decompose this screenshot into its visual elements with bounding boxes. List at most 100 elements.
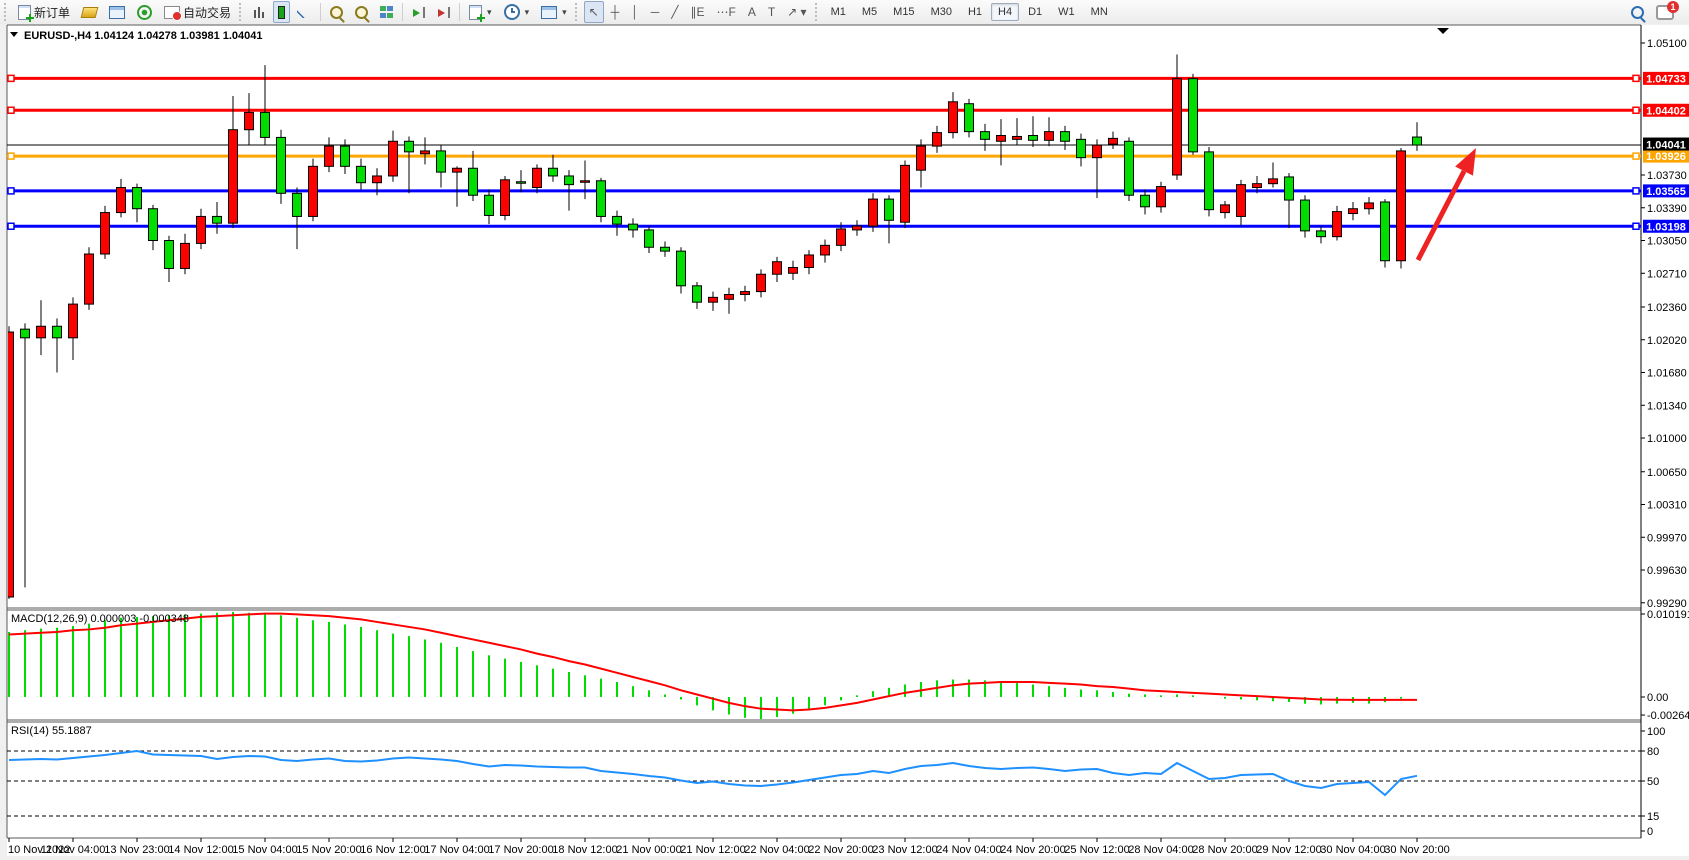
auto-trading-label: 自动交易 [183,4,231,21]
cursor-tool-button[interactable]: ↖ [584,1,604,23]
line-handle[interactable] [8,107,14,113]
gold-icon [81,7,99,18]
line-handle[interactable] [1633,75,1639,81]
svg-text:17 Nov 04:00: 17 Nov 04:00 [424,844,489,856]
chart-shift-button[interactable] [407,1,430,23]
svg-text:MACD(12,26,9) 0.000003 -0.0003: MACD(12,26,9) 0.000003 -0.000348 [11,613,189,625]
tab-timeframe-d1[interactable]: D1 [1021,3,1049,21]
svg-text:22 Nov 20:00: 22 Nov 20:00 [808,844,873,856]
svg-text:RSI(14) 55.1887: RSI(14) 55.1887 [11,725,92,737]
new-chart-button[interactable]: ▾ [464,1,497,23]
tab-timeframe-h4[interactable]: H4 [991,3,1019,21]
bar-chart-icon [253,6,266,18]
svg-text:0.99630: 0.99630 [1647,565,1687,577]
svg-text:1.04041: 1.04041 [1646,140,1686,152]
horizontal-line-tool-button[interactable]: ─ [646,1,665,23]
svg-text:1.03390: 1.03390 [1647,203,1687,215]
svg-text:0.00: 0.00 [1647,692,1668,704]
mt4-window: 新订单 自动交易 [0,0,1689,860]
signal-icon [137,5,152,20]
svg-text:1.01680: 1.01680 [1647,368,1687,380]
toolbar-grip[interactable] [4,3,10,21]
bar-chart-button[interactable] [248,1,271,23]
svg-text:1.02020: 1.02020 [1647,335,1687,347]
tab-timeframe-m1[interactable]: M1 [824,3,853,21]
line-handle[interactable] [8,188,14,194]
data-window-button[interactable] [104,1,130,23]
arrows-tool-button[interactable]: ↗ ▾ [782,1,811,23]
line-handle[interactable] [1633,223,1639,229]
svg-text:25 Nov 12:00: 25 Nov 12:00 [1064,844,1129,856]
search-button[interactable] [1626,1,1649,23]
line-handle[interactable] [1633,153,1639,159]
svg-text:15 Nov 20:00: 15 Nov 20:00 [296,844,361,856]
line-chart-button[interactable] [292,1,316,23]
toolbar-grip[interactable] [815,3,821,21]
period-button[interactable]: ▾ [499,1,535,23]
chat-icon: 1 [1656,5,1674,20]
svg-text:-0.002642: -0.002642 [1647,710,1689,722]
text-label-tool-button[interactable]: T [763,1,780,23]
market-watch-button[interactable] [77,1,102,23]
svg-text:18 Nov 12:00: 18 Nov 12:00 [552,844,617,856]
svg-text:22 Nov 04:00: 22 Nov 04:00 [744,844,809,856]
signals-button[interactable] [132,1,157,23]
toolbar-grip[interactable] [239,3,245,21]
crosshair-tool-button[interactable]: ┼ [606,1,625,23]
fibonacci-tool-button[interactable]: ⋯F [711,1,740,23]
vertical-line-icon: │ [631,5,639,19]
chart-title: EURUSD-,H4 1.04124 1.04278 1.03981 1.040… [10,30,263,42]
text-tool-button[interactable]: A [743,1,761,23]
zoom-out-button[interactable] [350,1,373,23]
svg-text:1.01340: 1.01340 [1647,400,1687,412]
svg-text:0.99970: 0.99970 [1647,532,1687,544]
clock-icon [504,4,520,20]
line-handle[interactable] [1633,107,1639,113]
svg-text:1.04402: 1.04402 [1646,105,1686,117]
text-icon: A [748,5,756,19]
new-order-button[interactable]: 新订单 [13,1,75,23]
svg-text:1.03926: 1.03926 [1646,151,1686,163]
line-handle[interactable] [8,223,14,229]
main-toolbar: 新订单 自动交易 [0,0,1689,25]
zoom-out-icon [355,6,368,19]
trendline-tool-button[interactable]: ╱ [666,1,683,23]
templates-button[interactable]: ▾ [536,1,572,23]
drawing-toolbar: ↖ ┼ │ ─ ╱∥E⋯F AT↗ ▾ [583,1,813,23]
tab-timeframe-m30[interactable]: M30 [924,3,959,21]
tab-timeframe-m15[interactable]: M15 [886,3,921,21]
svg-text:1.02710: 1.02710 [1647,268,1687,280]
svg-text:14 Nov 12:00: 14 Nov 12:00 [168,844,233,856]
candlestick-chart-button[interactable] [273,1,290,23]
tab-timeframe-mn[interactable]: MN [1084,3,1115,21]
cursor-icon: ↖ [589,5,599,19]
vertical-line-tool-button[interactable]: │ [626,1,644,23]
tile-windows-button[interactable] [375,1,398,23]
notifications-button[interactable]: 1 [1651,1,1679,23]
new-chart-icon [469,5,482,20]
zoom-in-button[interactable] [325,1,348,23]
svg-text:21 Nov 12:00: 21 Nov 12:00 [680,844,745,856]
price-chart-svg: 1.051001.037301.033901.030501.027101.023… [0,24,1689,860]
toolbar-grip[interactable] [575,3,581,21]
line-handle[interactable] [8,153,14,159]
auto-trading-button[interactable]: 自动交易 [159,1,236,23]
line-handle[interactable] [1633,188,1639,194]
svg-text:28 Nov 20:00: 28 Nov 20:00 [1192,844,1257,856]
tab-timeframe-m5[interactable]: M5 [855,3,884,21]
chart-area: 1.051001.037301.033901.030501.027101.023… [0,24,1689,860]
line-handle[interactable] [8,75,14,81]
svg-text:28 Nov 04:00: 28 Nov 04:00 [1128,844,1193,856]
svg-text:30 Nov 20:00: 30 Nov 20:00 [1384,844,1449,856]
equidistant-channel-tool-button[interactable]: ∥E [685,1,709,23]
auto-scroll-button[interactable] [432,1,455,23]
chart-shift-icon [412,7,425,18]
tab-timeframe-h1[interactable]: H1 [961,3,989,21]
timeframe-toolbar: M1M5M15M30H1H4D1W1MN [823,3,1116,21]
chart-window-icon [109,6,125,19]
svg-text:1.03198: 1.03198 [1646,221,1686,233]
tab-timeframe-w1[interactable]: W1 [1051,3,1082,21]
notification-badge: 1 [1667,1,1679,13]
svg-text:1.00310: 1.00310 [1647,500,1687,512]
horizontal-line-icon: ─ [651,5,660,19]
